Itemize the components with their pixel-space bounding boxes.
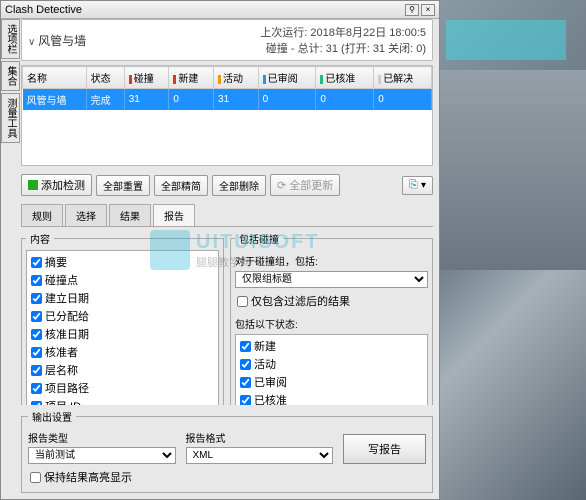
export-button[interactable]: ⎘ ▾ (402, 176, 433, 195)
col-header[interactable]: 新建 (169, 67, 214, 89)
list-item[interactable]: 核准日期 (29, 325, 216, 343)
col-header[interactable]: 已审阅 (258, 67, 316, 89)
list-item[interactable]: 摘要 (29, 253, 216, 271)
col-header[interactable]: 名称 (23, 67, 87, 89)
table-row[interactable]: 风管与墙完成31031000 (23, 89, 432, 111)
viewport-3d[interactable] (436, 0, 586, 500)
reset-all-button[interactable]: 全部重置 (96, 175, 150, 196)
titlebar: Clash Detective ⚲ × (1, 1, 439, 19)
list-item[interactable]: 项目路径 (29, 379, 216, 397)
col-header[interactable]: 活动 (214, 67, 259, 89)
report-type-select[interactable]: 当前测试 (28, 447, 176, 464)
col-header[interactable]: 已解决 (374, 67, 432, 89)
list-item[interactable]: 已审阅 (238, 373, 425, 391)
left-dock-tabs: 选项栏 集合 测量工具 (1, 19, 17, 179)
dock-tab-2[interactable]: 集合 (1, 61, 20, 91)
tests-table: 名称状态碰撞新建活动已审阅已核准已解决 风管与墙完成31031000 (21, 65, 433, 166)
close-icon[interactable]: × (421, 4, 435, 16)
tab-select[interactable]: 选择 (65, 204, 107, 226)
filter-only-checkbox[interactable] (237, 296, 248, 307)
list-item[interactable]: 已分配给 (29, 307, 216, 325)
include-fieldset: 包括碰撞 对于碰撞组，包括: 仅限组标题 仅包含过滤后的结果 包括以下状态: 新… (230, 231, 433, 405)
delete-all-button[interactable]: 全部删除 (212, 175, 266, 196)
tab-report[interactable]: 报告 (153, 204, 195, 226)
pin-icon[interactable]: ⚲ (405, 4, 419, 16)
dock-tab-1[interactable]: 选项栏 (1, 19, 20, 59)
col-header[interactable]: 已核准 (316, 67, 374, 89)
report-format-select[interactable]: XML (186, 447, 334, 464)
state-checklist[interactable]: 新建活动已审阅已核准已解决 (235, 334, 428, 405)
write-report-button[interactable]: 写报告 (343, 434, 426, 464)
clash-summary: 碰撞 - 总计: 31 (打开: 31 关闭: 0) (260, 40, 426, 56)
list-item[interactable]: 核准者 (29, 343, 216, 361)
tab-rules[interactable]: 规则 (21, 204, 63, 226)
clash-detective-panel: Clash Detective ⚲ × 选项栏 集合 测量工具 ∨ 风管与墙 上… (0, 0, 440, 500)
output-fieldset: 输出设置 报告类型 当前测试 报告格式 XML 写报告 保持结果高亮显示 (21, 409, 433, 493)
export-icon: ⎘ (409, 179, 418, 192)
list-item[interactable]: 项目 ID (29, 397, 216, 405)
window-title: Clash Detective (5, 4, 82, 16)
update-all-button[interactable]: ⟳ 全部更新 (270, 174, 340, 196)
content-checklist[interactable]: 摘要碰撞点建立日期已分配给核准日期核准者层名称项目路径项目 ID状态距离说明注释… (26, 250, 219, 405)
dock-tab-3[interactable]: 测量工具 (1, 93, 20, 143)
col-header[interactable]: 碰撞 (124, 67, 169, 89)
keep-highlight-checkbox[interactable] (30, 472, 41, 483)
last-run-time: 2018年8月22日 18:00:5 (310, 27, 426, 39)
list-item[interactable]: 已核准 (238, 391, 425, 405)
expand-icon[interactable]: ∨ 风管与墙 (28, 32, 86, 49)
simplify-all-button[interactable]: 全部精简 (154, 175, 208, 196)
list-item[interactable]: 活动 (238, 355, 425, 373)
list-item[interactable]: 碰撞点 (29, 271, 216, 289)
list-item[interactable]: 新建 (238, 337, 425, 355)
col-header[interactable]: 状态 (86, 67, 124, 89)
plus-icon (28, 180, 38, 190)
tab-results[interactable]: 结果 (109, 204, 151, 226)
test-header: ∨ 风管与墙 上次运行: 2018年8月22日 18:00:5 碰撞 - 总计:… (21, 19, 433, 61)
add-test-button[interactable]: 添加检测 (21, 174, 92, 196)
main-tabs: 规则 选择 结果 报告 (21, 204, 433, 227)
content-fieldset: 内容 摘要碰撞点建立日期已分配给核准日期核准者层名称项目路径项目 ID状态距离说… (21, 231, 224, 405)
refresh-icon: ⟳ (277, 179, 286, 192)
list-item[interactable]: 层名称 (29, 361, 216, 379)
group-include-select[interactable]: 仅限组标题 (235, 271, 428, 288)
list-item[interactable]: 建立日期 (29, 289, 216, 307)
tests-toolbar: 添加检测 全部重置 全部精简 全部删除 ⟳ 全部更新 ⎘ ▾ (21, 170, 433, 200)
test-title: 风管与墙 (38, 34, 86, 48)
